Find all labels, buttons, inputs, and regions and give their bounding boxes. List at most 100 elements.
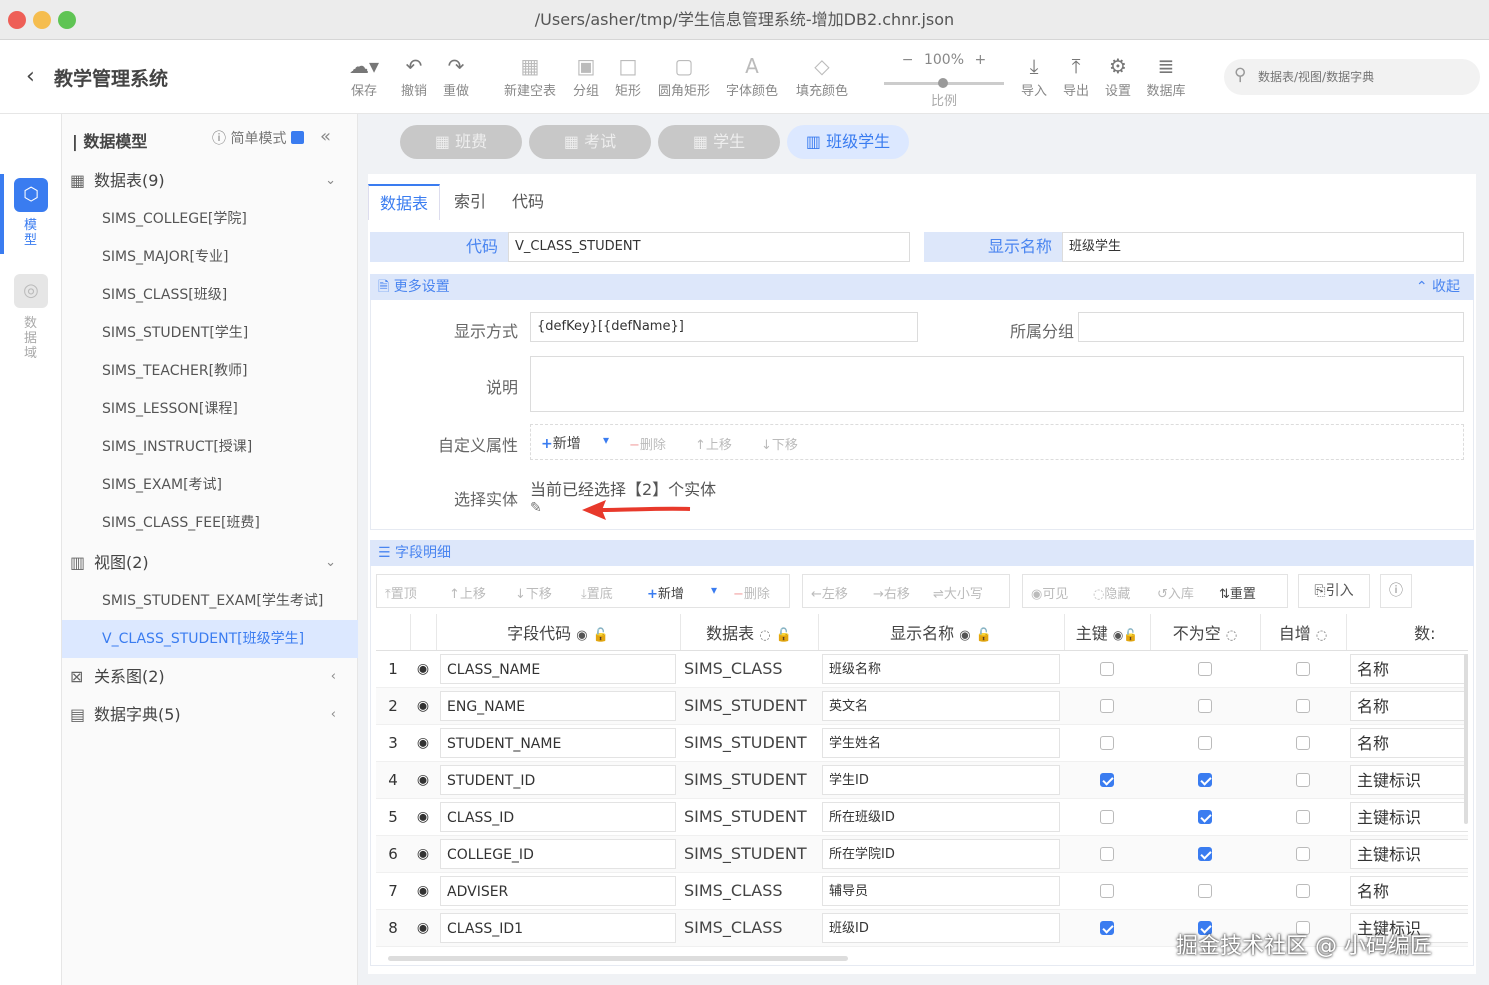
views-group[interactable]: ▥ 视图(2) ⌄ [70,544,358,582]
horizontal-scrollbar[interactable] [388,956,848,961]
not-null-cell[interactable] [1150,835,1260,873]
not-null-cell[interactable] [1150,872,1260,910]
unlock-icon[interactable]: 🔓 [776,628,792,643]
persist-button[interactable]: ↺入库 [1157,583,1194,602]
data-domain-cell[interactable]: 名称 [1346,687,1468,725]
fill-color-button[interactable]: ◇ 填充颜色 [792,52,852,99]
auto-increment-cell[interactable] [1260,835,1346,873]
eye-icon[interactable]: ◉ [410,909,436,947]
not-null-checkbox[interactable] [1198,772,1212,787]
pk-checkbox[interactable] [1100,920,1114,935]
group-input[interactable] [1078,312,1464,342]
more-settings-header[interactable]: 🗎 更多设置 ⌃ 收起 [370,274,1474,300]
display-name-input[interactable]: 所在班级ID [822,801,1060,832]
reset-button[interactable]: ⇅重置 [1219,583,1256,602]
table-row[interactable]: 2 ◉ ENG_NAME SIMS_STUDENT 英文名 名称 [376,687,1468,725]
not-null-checkbox[interactable] [1198,883,1212,898]
table-row[interactable]: 4 ◉ STUDENT_ID SIMS_STUDENT 学生ID 主键标识 [376,761,1468,799]
nav-model-label[interactable]: 模型 [24,218,40,248]
display-name-input[interactable]: 所在学院ID [822,838,1060,869]
auto-increment-checkbox[interactable] [1296,772,1310,787]
field-add-button[interactable]: +新增 [647,583,684,602]
tab-class-fee[interactable]: ▦ 班费 [400,125,522,159]
auto-increment-checkbox[interactable] [1296,809,1310,824]
eye-off-icon[interactable]: ◌ [759,628,770,643]
data-domain-select[interactable]: 主键标识 [1350,764,1468,795]
custom-delete-button[interactable]: −删除 [629,434,666,453]
data-domain-cell[interactable]: 主键标识 [1346,835,1468,873]
not-null-checkbox[interactable] [1198,735,1212,750]
pk-cell[interactable] [1064,687,1150,725]
display-name-cell[interactable]: 班级ID [818,909,1064,947]
eye-icon[interactable]: ◉ [410,724,436,762]
code-input[interactable]: V_CLASS_STUDENT [508,232,910,262]
dropdown-icon[interactable]: ▾ [603,433,609,447]
collapse-sidebar-icon[interactable]: « [320,126,331,147]
eye-icon[interactable]: ◉ [1113,628,1123,642]
field-code-cell[interactable]: STUDENT_ID [436,761,680,799]
eye-icon[interactable]: ◉ [410,650,436,688]
pk-cell[interactable] [1064,909,1150,947]
back-icon[interactable]: ‹ [26,64,35,89]
vertical-scrollbar[interactable] [1464,654,1468,824]
display-name-input[interactable]: 班级学生 [1062,232,1464,262]
pk-checkbox[interactable] [1100,772,1114,787]
sidebar-item-table[interactable]: SIMS_CLASS[班级] [102,276,358,314]
display-name-input[interactable]: 学生ID [822,764,1060,795]
not-null-cell[interactable] [1150,798,1260,836]
auto-increment-checkbox[interactable] [1296,661,1310,676]
field-code-cell[interactable]: STUDENT_NAME [436,724,680,762]
not-null-checkbox[interactable] [1198,809,1212,824]
auto-increment-cell[interactable] [1260,798,1346,836]
not-null-cell[interactable] [1150,687,1260,725]
field-code-input[interactable]: ADVISER [440,875,676,906]
search-input[interactable] [1258,65,1468,89]
not-null-cell[interactable] [1150,724,1260,762]
table-row[interactable]: 1 ◉ CLASS_NAME SIMS_CLASS 班级名称 名称 [376,650,1468,688]
subtab-index[interactable]: 索引 [446,184,494,220]
pk-cell[interactable] [1064,872,1150,910]
not-null-cell[interactable] [1150,650,1260,688]
display-name-input[interactable]: 学生姓名 [822,727,1060,758]
unlock-icon[interactable]: 🔓 [1123,628,1138,642]
column-header[interactable]: 自增 ◌ [1260,614,1347,651]
not-null-checkbox[interactable] [1198,698,1212,713]
tab-class-student[interactable]: ▥ 班级学生 [787,125,909,159]
search-box[interactable]: ⚲ [1224,59,1480,95]
zoom-in-icon[interactable]: + [974,52,986,68]
font-color-button[interactable]: A 字体颜色 [722,52,782,99]
unlock-icon[interactable]: 🔓 [593,628,609,643]
eye-off-icon[interactable]: ◌ [1316,628,1327,643]
eye-icon[interactable]: ◉ [410,872,436,910]
redo-button[interactable]: ↷ 重做 [426,52,486,99]
zoom-out-icon[interactable]: − [902,52,914,68]
field-code-input[interactable]: STUDENT_ID [440,764,676,795]
auto-increment-checkbox[interactable] [1296,846,1310,861]
data-domain-select[interactable]: 主键标识 [1350,838,1468,869]
field-code-input[interactable]: ENG_NAME [440,690,676,721]
display-name-cell[interactable]: 班级名称 [818,650,1064,688]
tab-student[interactable]: ▦ 学生 [658,125,780,159]
field-delete-button[interactable]: −删除 [733,583,770,602]
hide-button[interactable]: ◌隐藏 [1093,583,1130,602]
pk-checkbox[interactable] [1100,883,1114,898]
auto-increment-checkbox[interactable] [1296,735,1310,750]
field-code-cell[interactable]: ENG_NAME [436,687,680,725]
import-fields-button[interactable]: ⎘引入 [1298,574,1370,608]
auto-increment-cell[interactable] [1260,650,1346,688]
collapse-button[interactable]: ⌃ 收起 [1416,274,1460,300]
pk-cell[interactable] [1064,798,1150,836]
display-name-input[interactable]: 班级名称 [822,653,1060,684]
unlock-icon[interactable]: 🔓 [976,628,992,643]
not-null-cell[interactable] [1150,761,1260,799]
eye-icon[interactable]: ◉ [576,628,587,643]
auto-increment-checkbox[interactable] [1296,883,1310,898]
column-header[interactable]: 主键 ◉🔓 [1064,614,1151,651]
field-code-cell[interactable]: CLASS_ID1 [436,909,680,947]
data-domain-cell[interactable]: 名称 [1346,872,1468,910]
desc-textarea[interactable] [530,356,1464,412]
auto-increment-cell[interactable] [1260,872,1346,910]
dict-group[interactable]: ▤ 数据字典(5) ‹ [70,696,358,734]
pk-cell[interactable] [1064,650,1150,688]
rect-button[interactable]: □ 矩形 [598,52,658,99]
